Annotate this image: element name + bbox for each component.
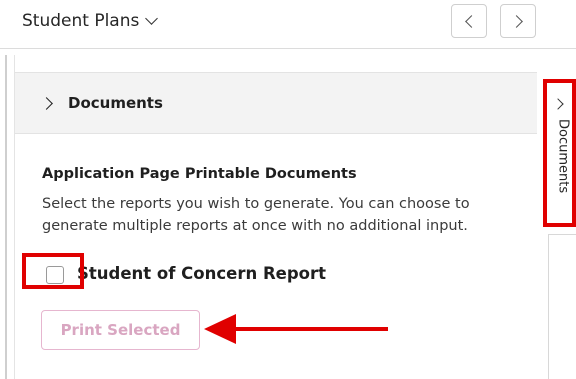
left-divider: [5, 55, 7, 379]
chevron-down-icon: [145, 12, 159, 25]
chevron-right-icon: [552, 98, 564, 110]
header-title: Student Plans: [22, 11, 140, 31]
section-title: Documents: [68, 94, 163, 112]
documents-side-tab[interactable]: Documents: [543, 79, 576, 227]
top-header: Student Plans: [0, 0, 576, 49]
chevron-right-icon: [510, 15, 523, 28]
print-selected-button[interactable]: Print Selected: [41, 310, 200, 350]
chevron-right-icon: [40, 97, 53, 110]
chevron-left-icon: [465, 15, 478, 28]
side-tab-label: Documents: [555, 119, 571, 194]
content-title: Application Page Printable Documents: [42, 166, 357, 182]
next-button[interactable]: [500, 4, 536, 38]
student-plans-dropdown[interactable]: Student Plans: [22, 11, 159, 31]
right-panel-border-top: [548, 234, 576, 235]
documents-section-header[interactable]: Documents: [15, 72, 537, 134]
content-description: Select the reports you wish to generate.…: [42, 196, 470, 234]
previous-button[interactable]: [451, 4, 487, 38]
report-checkbox[interactable]: [46, 266, 64, 284]
right-panel-border: [548, 234, 549, 379]
arrow-line-annotation: [232, 327, 388, 331]
report-option-row[interactable]: Student of Concern Report: [42, 260, 522, 290]
report-label: Student of Concern Report: [77, 264, 327, 283]
